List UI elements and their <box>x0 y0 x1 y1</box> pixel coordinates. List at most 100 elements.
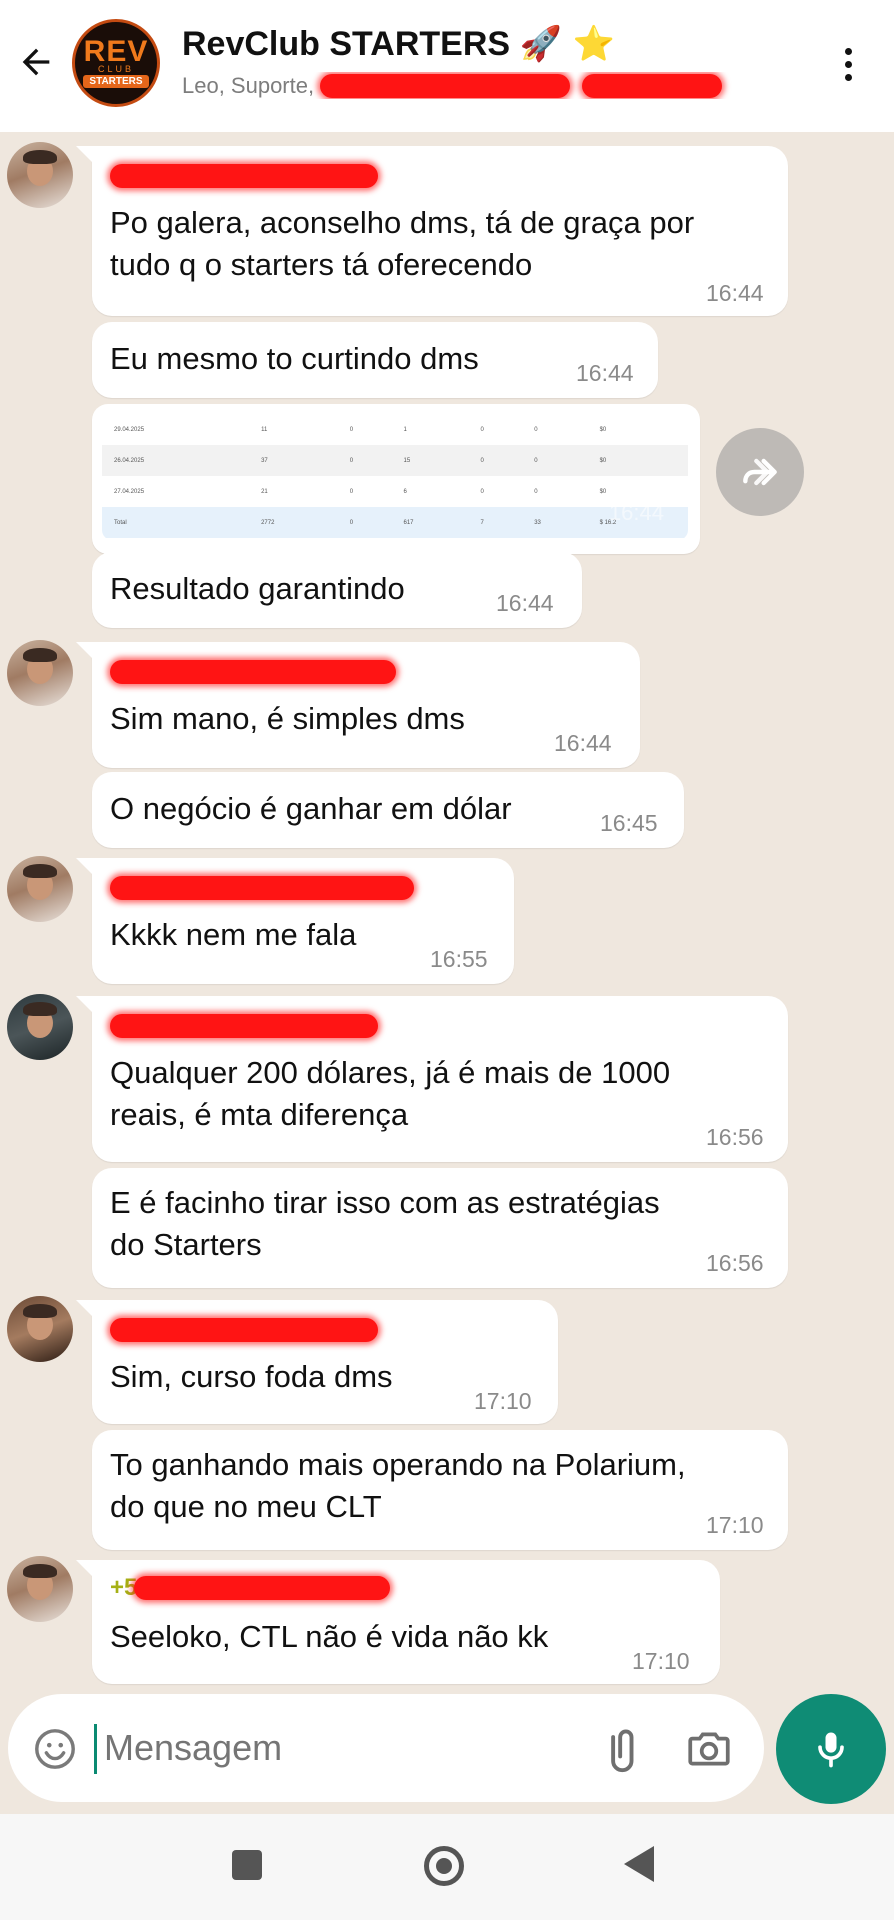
table-cell: 0 <box>349 488 354 495</box>
results-table-image[interactable]: 29.04.2025 11 0 1 0 0 $0 26.04.2025 37 0 15 0 0 $0 2… <box>102 414 688 540</box>
title-emoji: 🚀 ⭐ <box>519 24 616 64</box>
emoji-button[interactable] <box>32 1726 78 1772</box>
message-list[interactable]: Po galera, aconselho dms, tá de graça po… <box>0 132 894 1692</box>
sender-phone[interactable] <box>110 1314 378 1344</box>
message-bubble[interactable]: Qualquer 200 dólares, já é mais de 1000 … <box>76 996 788 1162</box>
table-cell: 0 <box>337 445 392 476</box>
message-time: 16:44 <box>576 360 634 386</box>
avatar[interactable] <box>7 142 73 208</box>
group-title[interactable]: RevClub STARTERS 🚀 ⭐ <box>182 24 615 64</box>
table-cell: Total <box>102 507 250 538</box>
table-cell: 0 <box>534 488 538 495</box>
redaction-mark <box>133 1575 390 1600</box>
message-text: reais, é mta diferença <box>110 1097 409 1132</box>
message-text: do Starters <box>110 1227 262 1262</box>
redaction-mark <box>110 1318 378 1342</box>
back-button[interactable] <box>12 38 60 86</box>
message-bubble[interactable]: Po galera, aconselho dms, tá de graça po… <box>76 146 788 316</box>
message-bubble[interactable]: Eu mesmo to curtindo dms 16:44 <box>92 322 658 398</box>
table-cell: 29.04.2025 <box>114 426 145 433</box>
message-bubble[interactable]: Sim, curso foda dms 17:10 <box>76 1300 558 1424</box>
message-time: 16:45 <box>600 810 658 836</box>
message-text: O negócio é ganhar em dólar <box>110 791 512 826</box>
table-cell: 33 <box>522 507 588 538</box>
table-cell: 7 <box>468 507 523 538</box>
avatar[interactable] <box>7 640 73 706</box>
nav-home-icon[interactable] <box>424 1846 464 1886</box>
message-text: Sim mano, é simples dms <box>110 701 465 736</box>
message-bubble[interactable]: To ganhando mais operando na Polarium, d… <box>92 1430 788 1550</box>
redaction-mark <box>110 876 414 900</box>
avatar[interactable] <box>7 1556 73 1622</box>
message-input[interactable] <box>104 1720 574 1776</box>
message-composer <box>8 1694 764 1802</box>
table-cell: 0 <box>337 507 392 538</box>
table-cell: 0 <box>522 445 588 476</box>
message-text: Seeloko, CTL não é vida não kk <box>110 1619 549 1654</box>
avatar[interactable] <box>7 1296 73 1362</box>
participants-text: Leo, Suporte, <box>182 73 315 99</box>
message-time: 16:44 <box>608 500 664 525</box>
table-cell: 2772 <box>249 507 338 538</box>
table-cell: 617 <box>391 507 469 538</box>
group-participants[interactable]: Leo, Suporte, <box>182 72 792 99</box>
mic-icon <box>818 1732 844 1768</box>
message-bubble[interactable]: Kkkk nem me fala 16:55 <box>76 858 514 984</box>
table-cell: 1 <box>403 426 407 433</box>
message-text: Po galera, aconselho dms, tá de graça po… <box>110 205 695 240</box>
attach-button[interactable] <box>598 1722 650 1774</box>
image-message-bubble[interactable]: 29.04.2025 11 0 1 0 0 $0 26.04.2025 37 0 15 0 0 $0 2… <box>92 404 700 554</box>
camera-icon <box>688 1732 730 1766</box>
nav-back-icon[interactable] <box>624 1846 654 1882</box>
back-arrow-icon <box>22 48 50 76</box>
emoji-icon <box>35 1729 75 1769</box>
sender-phone[interactable] <box>110 656 396 686</box>
redaction-mark <box>582 74 723 99</box>
table-cell: 0 <box>534 426 538 433</box>
attach-icon <box>611 1729 634 1773</box>
message-bubble[interactable]: E é facinho tirar isso com as estratégia… <box>92 1168 788 1288</box>
message-bubble[interactable]: O negócio é ganhar em dólar 16:45 <box>92 772 684 848</box>
table-cell: 27.04.2025 <box>114 488 145 495</box>
message-time: 17:10 <box>632 1648 690 1674</box>
message-bubble[interactable]: Resultado garantindo 16:44 <box>92 552 582 628</box>
redaction-mark <box>110 164 378 188</box>
voice-message-button[interactable] <box>776 1694 886 1804</box>
sender-phone[interactable] <box>110 872 414 902</box>
message-time: 16:56 <box>706 1124 764 1150</box>
table-cell: 15 <box>391 445 469 476</box>
table-row: 27.04.2025 21 0 6 0 0 $0 <box>102 476 688 507</box>
message-text: tudo q o starters tá oferecendo <box>110 247 533 282</box>
sender-phone[interactable] <box>110 160 378 190</box>
avatar[interactable] <box>7 856 73 922</box>
avatar[interactable] <box>7 994 73 1060</box>
sender-phone[interactable] <box>110 1010 378 1040</box>
table-cell: 11 <box>261 426 268 433</box>
table-cell: 21 <box>261 488 268 495</box>
message-time: 17:10 <box>706 1512 764 1538</box>
message-text: do que no meu CLT <box>110 1489 382 1524</box>
group-avatar[interactable]: REV CLUB STARTERS <box>72 19 160 107</box>
more-options-button[interactable] <box>830 40 866 88</box>
camera-button[interactable] <box>684 1724 734 1774</box>
logo-club-text: CLUB <box>97 64 134 74</box>
message-text: Sim, curso foda dms <box>110 1359 393 1394</box>
message-text: Kkkk nem me fala <box>110 917 357 952</box>
forward-button[interactable] <box>716 428 804 516</box>
message-bubble[interactable]: +5 Seeloko, CTL não é vida não kk 17:10 <box>76 1560 720 1684</box>
nav-recents-icon[interactable] <box>232 1850 262 1880</box>
system-nav-bar <box>0 1814 894 1920</box>
table-cell: 0 <box>468 445 523 476</box>
message-bubble[interactable]: Sim mano, é simples dms 16:44 <box>76 642 640 768</box>
message-text: To ganhando mais operando na Polarium, <box>110 1447 686 1482</box>
table-cell: 37 <box>249 445 338 476</box>
message-text: E é facinho tirar isso com as estratégia… <box>110 1185 660 1220</box>
logo-starters-text: STARTERS <box>83 75 149 88</box>
table-row: 29.04.2025 11 0 1 0 0 $0 <box>102 414 688 445</box>
message-time: 16:44 <box>496 590 554 616</box>
redaction-mark <box>320 74 571 99</box>
table-row: 26.04.2025 37 0 15 0 0 $0 <box>102 445 688 476</box>
message-text: Qualquer 200 dólares, já é mais de 1000 <box>110 1055 671 1090</box>
sender-phone[interactable]: +5 <box>110 1574 390 1604</box>
message-text: Eu mesmo to curtindo dms <box>110 341 479 376</box>
